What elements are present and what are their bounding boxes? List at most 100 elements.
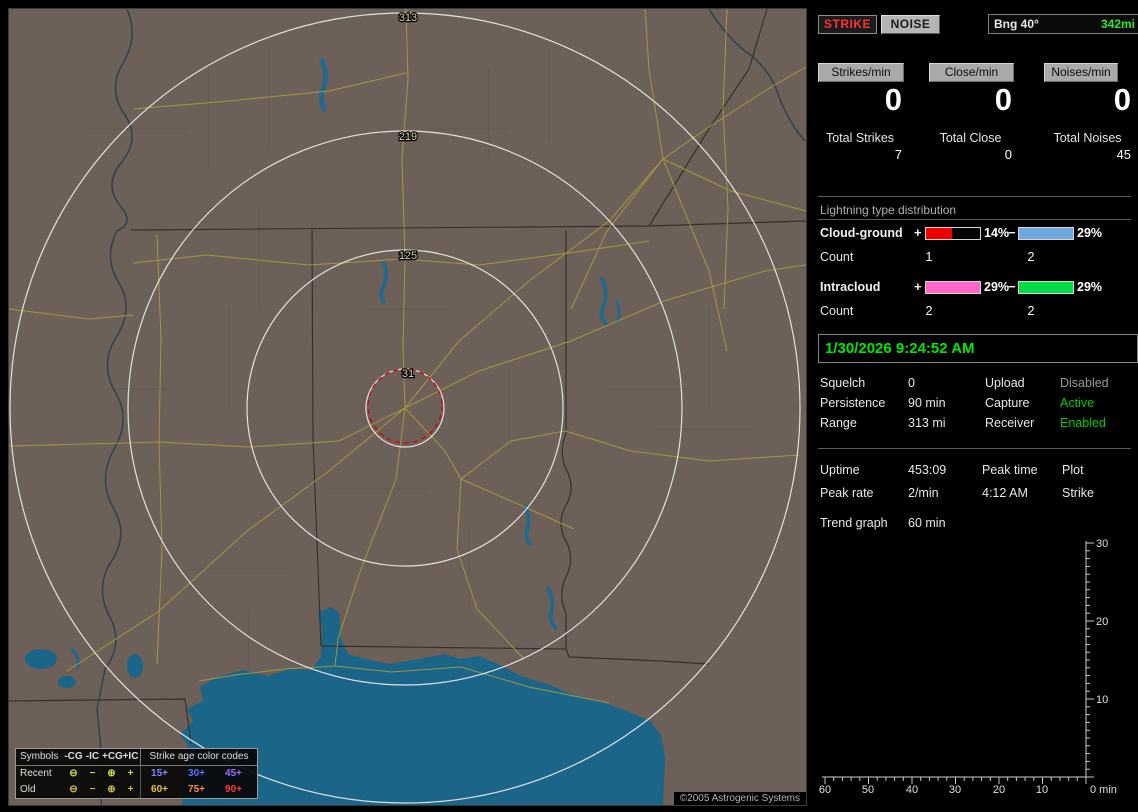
range-value: 313 mi [908, 416, 946, 430]
trend-graph-value: 60 min [908, 516, 946, 530]
legend-symbols-header: Symbols [20, 751, 59, 762]
strikes-per-min-label: Strikes/min [818, 63, 904, 82]
ring-label-31: 31 [402, 368, 414, 380]
cg-plus-bar-fill [926, 228, 952, 239]
age-45: 45+ [225, 768, 242, 779]
trend-graph-label: Trend graph [820, 516, 888, 530]
bearing-readout: Bng 40° 342mi [988, 14, 1138, 34]
noises-per-min-label: Noises/min [1044, 63, 1118, 82]
minus-sign: − [1008, 279, 1016, 294]
ic-plus-pct: 29% [984, 280, 1010, 294]
radar-map[interactable]: 313 219 125 31 Symbols -CG -IC +CG +IC S… [8, 8, 807, 806]
x-tick-40: 40 [906, 784, 918, 796]
count-label: Count [820, 250, 854, 264]
cg-plus-pct: 14% [984, 226, 1010, 240]
persistence-value: 90 min [908, 396, 946, 410]
legend-col-nic: -IC [85, 751, 100, 762]
app: { "map": { "ring_labels": ["313", "219",… [0, 0, 1138, 812]
x-tick-50: 50 [862, 784, 874, 796]
copyright-text: ©2005 Astrogenic Systems [673, 792, 806, 805]
legend-old-label: Old [20, 784, 36, 795]
ring-label-125: 125 [399, 250, 417, 262]
ncg-old-icon: ⊖ [69, 784, 78, 795]
pic-old-icon: + [127, 784, 134, 795]
noise-mode-button[interactable]: NOISE [881, 15, 940, 34]
ic-minus-pct: 29% [1077, 280, 1103, 294]
pcg-old-icon: ⊕ [107, 784, 116, 795]
cg-minus-pct: 29% [1077, 226, 1103, 240]
uptime-label: Uptime [820, 463, 860, 477]
total-strikes-value: 7 [894, 147, 902, 162]
x-tick-10: 10 [1036, 784, 1048, 796]
divider [818, 196, 1131, 197]
ring-label-219: 219 [399, 131, 417, 143]
map-svg: 313 219 125 31 [9, 9, 806, 805]
peak-time-label: Peak time [982, 463, 1038, 477]
ic-plus-bar-fill [926, 282, 980, 293]
total-close-value: 0 [1004, 147, 1012, 162]
squelch-value: 0 [908, 376, 915, 390]
divider [818, 448, 1131, 449]
ncg-recent-icon: ⊖ [69, 768, 78, 779]
cg-plus-count: 1 [925, 250, 933, 264]
ic-minus-bar-fill [1019, 282, 1073, 293]
ring-label-313: 313 [399, 12, 417, 24]
x-tick-20: 20 [993, 784, 1005, 796]
minus-sign: − [1008, 225, 1016, 240]
nic-old-icon: − [89, 784, 96, 795]
total-strikes-label: Total Strikes [825, 131, 895, 145]
plot-value: Strike [1062, 486, 1094, 500]
cg-minus-bar [1018, 227, 1074, 240]
age-30: 30+ [188, 768, 205, 779]
cg-minus-count: 2 [1027, 250, 1035, 264]
x-tick-60: 60 [819, 784, 831, 796]
age-60: 60+ [151, 784, 168, 795]
persistence-label: Persistence [820, 396, 886, 410]
capture-label: Capture [985, 396, 1030, 410]
datetime-display: 1/30/2026 9:24:52 AM [818, 334, 1138, 363]
total-noises-label: Total Noises [1053, 131, 1122, 145]
strikes-per-min-value: 0 [884, 82, 902, 117]
upload-value: Disabled [1060, 376, 1109, 390]
y-tick-30: 30 [1096, 538, 1108, 550]
legend-age-header: Strike age color codes [140, 749, 257, 765]
trend-graph: 30 20 10 60 50 40 30 20 10 0 min [819, 538, 1117, 796]
strike-mode-button[interactable]: STRIKE [818, 15, 877, 34]
close-per-min-value: 0 [994, 82, 1012, 117]
close-per-min-label: Close/min [929, 63, 1014, 82]
uptime-value: 453:09 [908, 463, 947, 477]
peak-rate-value: 2/min [908, 486, 939, 500]
trend-axes [822, 541, 1087, 778]
pic-recent-icon: + [127, 768, 134, 779]
legend-col-pic: +IC [122, 751, 139, 762]
bearing-distance: 342mi [1100, 17, 1135, 31]
cloud-ground-label: Cloud-ground [820, 226, 903, 240]
receiver-value: Enabled [1060, 416, 1106, 430]
legend-col-pcg: +CG [102, 751, 123, 762]
total-noises-value: 45 [1116, 147, 1131, 162]
total-close-label: Total Close [939, 131, 1002, 145]
divider [818, 219, 1131, 220]
bearing-label: Bng 40° [994, 17, 1039, 31]
ic-plus-count: 2 [925, 304, 933, 318]
trend-ticks [824, 542, 1094, 784]
age-75: 75+ [188, 784, 205, 795]
y-tick-10: 10 [1096, 694, 1108, 706]
peak-time-value: 4:12 AM [982, 486, 1028, 500]
legend-col-ncg: -CG [64, 751, 83, 762]
capture-value: Active [1060, 396, 1095, 410]
y-tick-20: 20 [1096, 616, 1108, 628]
noises-per-min-value: 0 [1113, 82, 1131, 117]
x-tick-30: 30 [949, 784, 961, 796]
plus-sign: + [914, 225, 922, 240]
squelch-label: Squelch [820, 376, 866, 390]
symbol-legend: Symbols -CG -IC +CG +IC Strike age color… [15, 748, 258, 799]
intracloud-label: Intracloud [820, 280, 881, 294]
distribution-title: Lightning type distribution [820, 203, 957, 217]
cg-plus-bar [925, 227, 981, 240]
nic-recent-icon: − [89, 768, 96, 779]
peak-rate-label: Peak rate [820, 486, 874, 500]
ic-minus-count: 2 [1027, 304, 1035, 318]
plot-label: Plot [1062, 463, 1084, 477]
cg-minus-bar-fill [1019, 228, 1073, 239]
